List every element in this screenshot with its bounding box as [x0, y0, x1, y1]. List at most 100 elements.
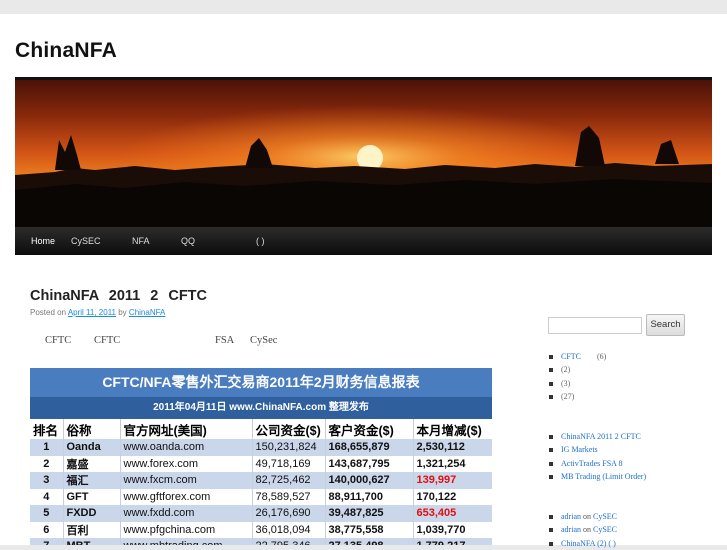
list-item: ChinaNFA 2011 2 CFTC: [548, 430, 646, 443]
post-meta-by: by: [118, 308, 127, 317]
table-cell: 1: [30, 439, 64, 456]
comment-post-link[interactable]: ChinaNFA (2) ( ): [561, 539, 616, 548]
table-cell: 22,795,346: [252, 538, 326, 545]
table-cell: 26,176,690: [252, 505, 326, 522]
intro-word: CFTC: [94, 335, 121, 346]
table-cell: 143,687,795: [325, 455, 414, 472]
nav-item-nfa[interactable]: NFA: [132, 236, 150, 246]
column-header: 官方网址(美国): [120, 419, 253, 439]
table-cell: 百利: [63, 521, 121, 538]
table-cell: 4: [30, 488, 64, 505]
comment-author-link[interactable]: adrian: [561, 525, 581, 534]
category-link[interactable]: CFTC: [561, 352, 581, 361]
table-cell: 150,231,824: [252, 439, 326, 456]
recent-post-link[interactable]: ChinaNFA 2011 2 CFTC: [561, 432, 641, 441]
comment-post-link[interactable]: CySEC: [593, 525, 617, 534]
table-row: 7MBTwww.mbtrading.com22,795,34627,135,49…: [30, 538, 492, 545]
report-body: 1 Oanda www.oanda.com 150,231,824 168,655,87…: [30, 439, 492, 545]
nav-item-other[interactable]: ( ): [256, 236, 265, 246]
table-row: 6 百利 www.pfgchina.com 36,018,094 38,775,558 1…: [30, 521, 492, 538]
list-item: ActivTrades FSA 8: [548, 457, 646, 470]
table-cell: www.pfgchina.com: [120, 521, 253, 538]
header-banner-image: [15, 80, 712, 227]
table-cell: 3: [30, 472, 64, 489]
recent-post-link[interactable]: IG Markets: [561, 445, 598, 454]
search-button[interactable]: Search: [646, 314, 685, 336]
post-meta-prefix: Posted on: [30, 308, 67, 317]
page: ChinaNFA Home CySEC NFA QQ () ChinaNFA …: [0, 14, 727, 548]
column-header: 本月增减($): [413, 419, 492, 439]
table-cell: 49,718,169: [252, 455, 326, 472]
report-subtitle: 2011年04月11日 www.ChinaNFA.com 整理发布: [30, 397, 492, 419]
list-item: (2): [548, 363, 606, 376]
table-cell: 170,122: [413, 488, 492, 505]
search-input[interactable]: [548, 317, 642, 334]
intro-word: FSA: [215, 335, 235, 346]
table-cell: 78,589,527: [252, 488, 326, 505]
post-author-link[interactable]: ChinaNFA: [129, 308, 165, 317]
table-cell: FXDD: [63, 505, 121, 522]
table-cell: www.fxcm.com: [120, 472, 253, 489]
list-item: IG Markets: [548, 443, 646, 456]
list-item: adrian on CySEC: [548, 523, 617, 536]
nav-item-cysec[interactable]: CySEC: [71, 236, 101, 246]
category-list: CFTC (6) (2) (3) (27): [548, 350, 606, 404]
column-header: 客户资金($): [325, 419, 414, 439]
table-cell: www.gftforex.com: [120, 488, 253, 505]
report-header-row: 排名 俗称 官方网址(美国) 公司资金($) 客户资金($) 本月增减($): [30, 419, 492, 439]
column-header: 俗称: [63, 419, 121, 439]
table-cell: MBT: [63, 538, 121, 545]
table-cell: 82,725,462: [252, 472, 326, 489]
list-item: MB Trading (Limit Order): [548, 470, 646, 483]
table-row: 3 福汇 www.fxcm.com 82,725,462 140,000,627 139,…: [30, 472, 492, 489]
comment-author-link[interactable]: adrian: [561, 512, 581, 521]
table-cell: www.mbtrading.com: [120, 538, 253, 545]
table-row: 2 嘉盛 www.forex.com 49,718,169 143,687,795 1,3…: [30, 455, 492, 472]
nav-item-home[interactable]: Home: [31, 236, 55, 246]
table-cell: 140,000,627: [325, 472, 414, 489]
intro-word: CySec: [250, 335, 278, 346]
category-count: (2): [561, 365, 571, 375]
list-item: (3): [548, 377, 606, 390]
nav-item-qq[interactable]: QQ: [181, 236, 195, 246]
recent-post-link[interactable]: ActivTrades FSA 8: [561, 459, 623, 468]
table-cell: www.oanda.com: [120, 439, 253, 456]
table-cell: 福汇: [63, 472, 121, 489]
list-item: adrian on CySEC: [548, 510, 617, 523]
table-cell: 1,039,770: [413, 521, 492, 538]
post-date-link[interactable]: April 11, 2011: [68, 308, 116, 317]
post-title[interactable]: ChinaNFA 2011 2 CFTC: [30, 288, 207, 304]
table-cell: 38,775,558: [325, 521, 414, 538]
site-title[interactable]: ChinaNFA: [15, 39, 117, 63]
recent-post-link[interactable]: MB Trading (Limit Order): [561, 472, 646, 481]
table-row: 5 FXDD www.fxdd.com 26,176,690 39,487,825 653…: [30, 505, 492, 522]
comment-on: on: [583, 525, 591, 535]
table-cell: 1,321,254: [413, 455, 492, 472]
list-item: ChinaNFA (2) ( ): [548, 537, 617, 550]
recent-comments-list: adrian on CySEC adrian on CySEC ChinaNFA…: [548, 510, 617, 550]
table-cell: 39,487,825: [325, 505, 414, 522]
financial-report-image: CFTC/NFA零售外汇交易商2011年2月财务信息报表 2011年04月11日…: [30, 368, 492, 545]
table-row: 4 GFT www.gftforex.com 78,589,527 88,911,700…: [30, 488, 492, 505]
list-item: (27): [548, 390, 606, 403]
main-navigation: Home CySEC NFA QQ ( ): [15, 227, 712, 255]
table-cell: 653,405: [413, 505, 492, 522]
table-cell: 5: [30, 505, 64, 522]
table-cell: www.forex.com: [120, 455, 253, 472]
comment-post-link[interactable]: CySEC: [593, 512, 617, 521]
table-cell: GFT: [63, 488, 121, 505]
report-title: CFTC/NFA零售外汇交易商2011年2月财务信息报表: [30, 368, 492, 397]
table-cell: 36,018,094: [252, 521, 326, 538]
comment-on: on: [583, 512, 591, 521]
category-count: (6): [597, 352, 607, 361]
table-cell: 6: [30, 521, 64, 538]
category-count: (27): [561, 392, 575, 402]
table-cell: 嘉盛: [63, 455, 121, 472]
column-header: 排名: [30, 419, 64, 439]
table-cell: 88,911,700: [325, 488, 414, 505]
recent-posts-list: ChinaNFA 2011 2 CFTC IG Markets ActivTra…: [548, 430, 646, 484]
column-header: 公司资金($): [252, 419, 326, 439]
table-row: 1 Oanda www.oanda.com 150,231,824 168,655,87…: [30, 439, 492, 456]
table-cell: 1,779,217: [413, 538, 492, 545]
report-table: 排名 俗称 官方网址(美国) 公司资金($) 客户资金($) 本月增减($) 1…: [30, 419, 492, 545]
